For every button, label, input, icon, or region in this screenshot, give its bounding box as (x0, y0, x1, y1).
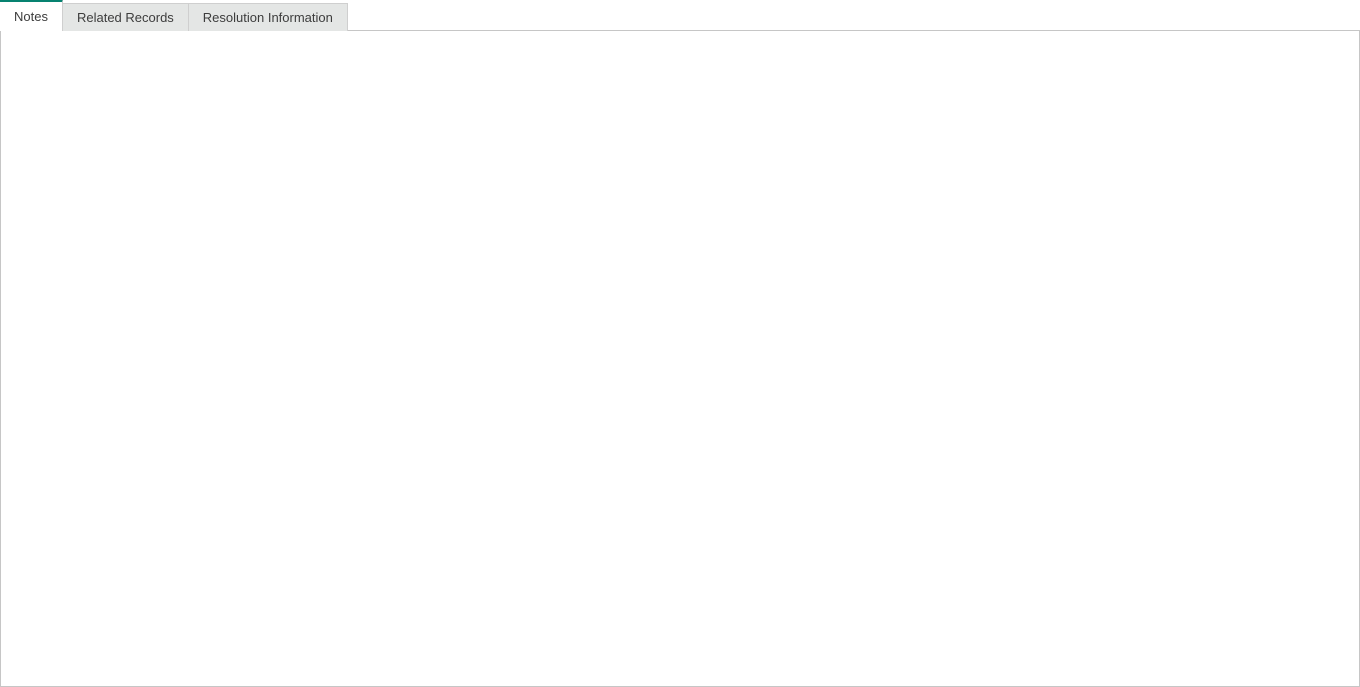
tab-notes[interactable]: Notes (0, 0, 63, 31)
notes-tab-panel (0, 30, 1360, 687)
form-tabstrip: Notes Related Records Resolution Informa… (0, 0, 1360, 31)
tab-related-records[interactable]: Related Records (63, 3, 189, 31)
incident-form-notes-section: Notes Related Records Resolution Informa… (0, 0, 1360, 687)
tab-resolution-information[interactable]: Resolution Information (189, 3, 348, 31)
